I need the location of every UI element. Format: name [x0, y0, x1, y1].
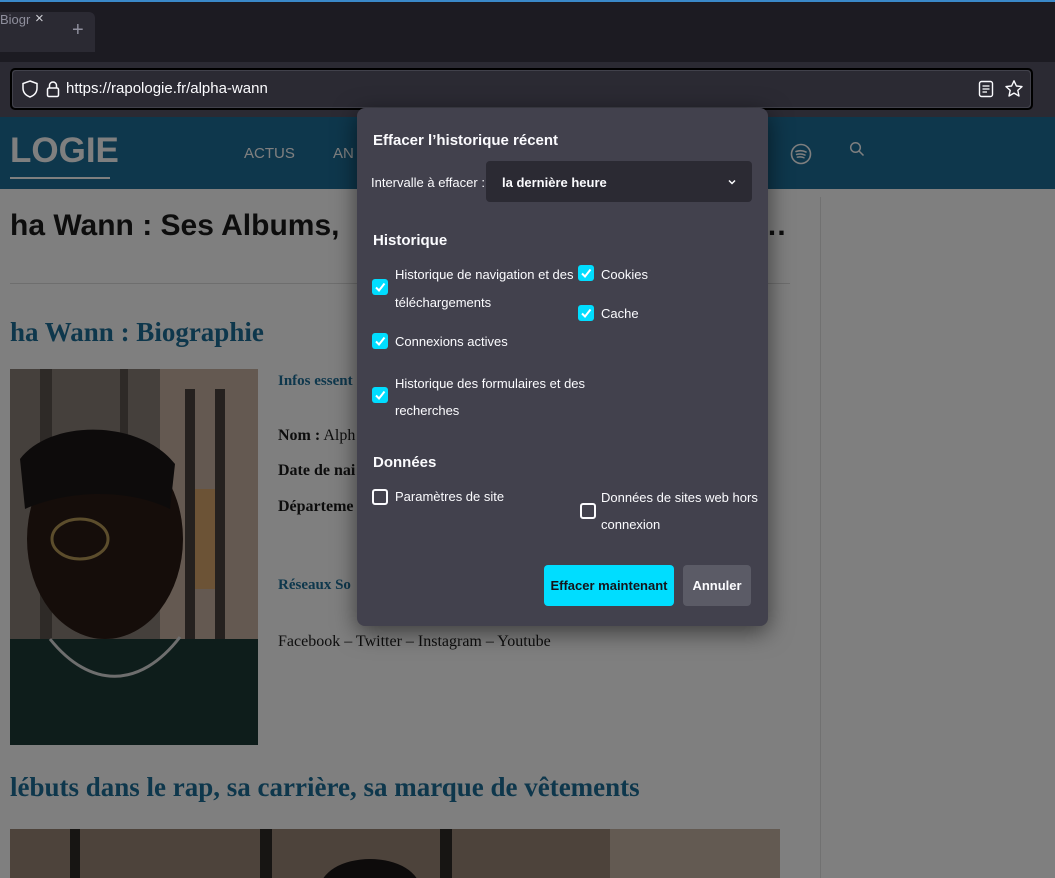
offline-data-label-line2[interactable]: connexion [601, 512, 660, 537]
bookmark-star-icon[interactable] [1004, 79, 1024, 104]
history-heading: Historique [373, 232, 448, 249]
checkbox-site-settings[interactable] [372, 489, 388, 505]
tab-close-button[interactable]: × [35, 10, 44, 27]
dialog-title: Effacer l’historique récent [373, 132, 559, 149]
clear-history-dialog: Effacer l’historique récent Intervalle à… [357, 108, 768, 626]
browsing-history-label-line1[interactable]: Historique de navigation et des [395, 262, 574, 287]
browsing-history-label-line2[interactable]: téléchargements [395, 290, 491, 315]
interval-label: Intervalle à effacer : [371, 175, 485, 190]
clear-now-button[interactable]: Effacer maintenant [544, 565, 674, 606]
cache-label[interactable]: Cache [601, 301, 639, 326]
tab-title: Biogr [0, 12, 31, 27]
checkbox-browsing-history[interactable] [372, 279, 388, 295]
data-heading: Données [373, 454, 437, 471]
checkbox-active-connections[interactable] [372, 333, 388, 349]
checkbox-cache[interactable] [578, 305, 594, 321]
checkbox-cookies[interactable] [578, 265, 594, 281]
checkmark-icon [375, 282, 386, 293]
checkmark-icon [581, 308, 592, 319]
chevron-down-icon[interactable] [727, 175, 737, 190]
active-connections-label[interactable]: Connexions actives [395, 329, 508, 354]
new-tab-button[interactable]: + [72, 20, 84, 40]
form-history-label-line2[interactable]: recherches [395, 398, 459, 423]
checkbox-offline-website-data[interactable] [580, 503, 596, 519]
cookies-label[interactable]: Cookies [601, 262, 648, 287]
checkmark-icon [375, 336, 386, 347]
lock-icon[interactable] [46, 80, 60, 103]
cancel-button[interactable]: Annuler [683, 565, 751, 606]
offline-data-label-line1[interactable]: Données de sites web hors [601, 485, 758, 510]
checkbox-form-history[interactable] [372, 387, 388, 403]
checkmark-icon [375, 390, 386, 401]
interval-select-value[interactable]: la dernière heure [502, 175, 607, 190]
shield-icon[interactable] [22, 80, 38, 103]
checkmark-icon [581, 268, 592, 279]
site-settings-label[interactable]: Paramètres de site [395, 484, 504, 509]
reader-view-icon[interactable] [978, 80, 994, 103]
tab-bar [0, 0, 1055, 62]
form-history-label-line1[interactable]: Historique des formulaires et des [395, 371, 585, 396]
url-text[interactable]: https://rapologie.fr/alpha-wann [66, 80, 268, 97]
